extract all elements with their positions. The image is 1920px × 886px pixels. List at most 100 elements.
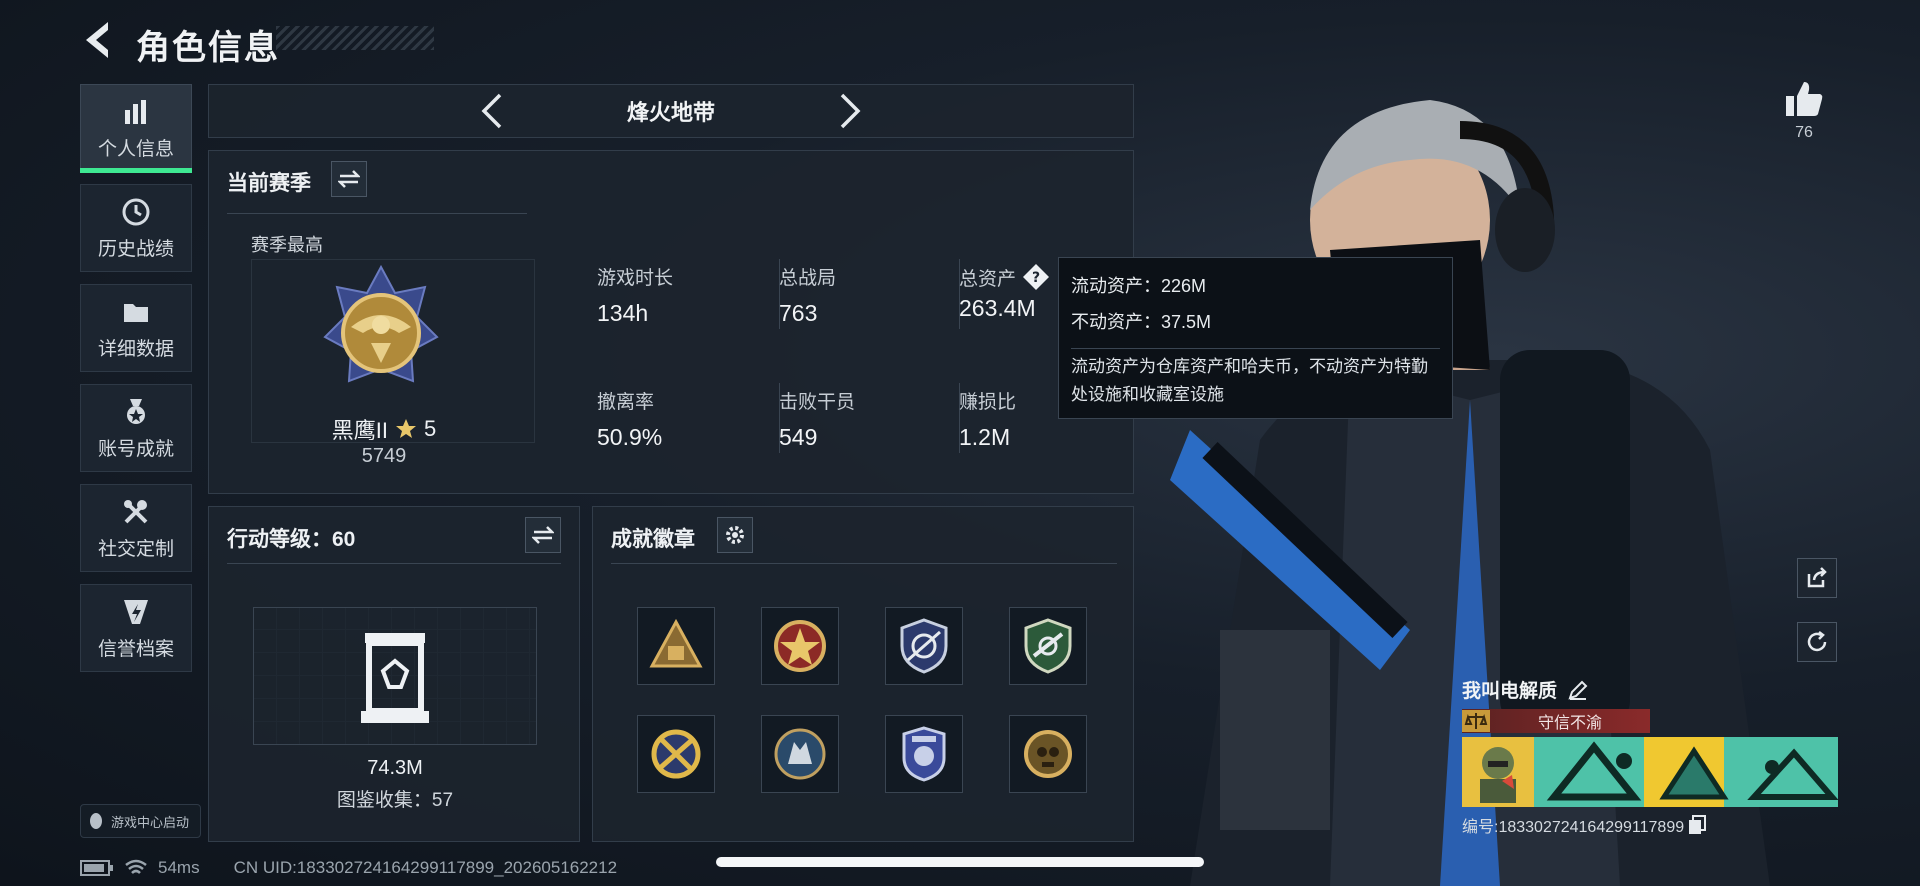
folder-icon	[124, 303, 148, 322]
nav-item-social-custom[interactable]: 社交定制	[80, 484, 192, 572]
medal-icon	[127, 398, 145, 424]
player-name: 我叫电解质	[1462, 681, 1558, 702]
gold-skull-badge-icon	[1024, 730, 1072, 778]
game-center-label: 游戏中心启动	[111, 814, 190, 830]
level-switch-button[interactable]	[525, 517, 561, 553]
thumbs-up-icon	[1786, 82, 1823, 116]
character-avatar-icon	[1480, 747, 1516, 803]
nav-item-detailed-data[interactable]: 详细数据	[80, 284, 192, 372]
badge-item[interactable]	[885, 715, 963, 793]
qq-penguin-icon	[90, 813, 102, 829]
nav-label: 账号成就	[97, 438, 174, 460]
badges-settings-button[interactable]	[717, 517, 753, 553]
stat-label: 总资产	[959, 268, 1017, 290]
refresh-button[interactable]	[1797, 622, 1837, 662]
nav-label: 个人信息	[97, 138, 174, 160]
header-stripes	[276, 26, 434, 50]
season-panel: 当前赛季 赛季最高 黑鹰II 5 5749 游戏时长 134h 总战局 763 总资…	[208, 150, 1134, 494]
share-button[interactable]	[1797, 558, 1837, 598]
gold-cross-badge-icon	[651, 729, 701, 779]
triangle-pyramid-badge-icon	[649, 618, 703, 668]
edit-pencil-icon[interactable]	[1567, 679, 1589, 701]
prev-mode-arrow-icon[interactable]	[478, 91, 506, 131]
swap-arrows-icon	[532, 526, 554, 544]
copy-icon[interactable]	[1688, 815, 1707, 835]
player-id: 编号:183302724164299117899	[1462, 819, 1685, 836]
game-center-button[interactable]: 游戏中心启动	[80, 804, 201, 838]
badge-item[interactable]	[761, 715, 839, 793]
tooltip-liquid-assets: 流动资产：226M	[1071, 276, 1207, 296]
stat-operators-defeated: 击败干员 549	[779, 387, 855, 451]
collection-value: 74.3M	[367, 757, 423, 779]
rank-name-row: 黑鹰II 5	[269, 413, 499, 445]
stat-label: 游戏时长	[597, 268, 674, 289]
like-count: 76	[1795, 124, 1813, 141]
nav-label: 社交定制	[97, 538, 174, 560]
nav-item-history[interactable]: 历史战绩	[80, 184, 192, 272]
stat-label: 总战局	[779, 268, 837, 289]
badge-item[interactable]	[885, 607, 963, 685]
stat-value: 549	[779, 424, 818, 450]
tooltip-fixed-assets: 不动资产：37.5M	[1071, 312, 1212, 332]
nav-item-credit-record[interactable]: 信誉档案	[80, 584, 192, 672]
player-id-row: 编号:183302724164299117899	[1462, 813, 1838, 837]
refresh-icon	[1807, 631, 1827, 652]
avatar[interactable]	[1462, 737, 1534, 807]
next-mode-arrow-icon[interactable]	[836, 91, 864, 131]
mode-tab-bar: 烽火地带	[208, 84, 1134, 138]
name-card-banner	[1462, 737, 1838, 807]
rank-name: 黑鹰II	[331, 418, 388, 443]
credit-tag: 守信不渝	[1462, 709, 1650, 733]
history-clock-icon	[122, 198, 150, 225]
stat-value: 1.2M	[959, 424, 1011, 450]
rank-stars: 5	[423, 416, 437, 441]
divider	[227, 563, 561, 564]
stat-value: 763	[779, 300, 818, 326]
green-shield-badge-icon	[1024, 618, 1072, 674]
home-indicator[interactable]	[716, 857, 1204, 867]
badges-title: 成就徽章	[611, 528, 695, 551]
season-best-label: 赛季最高	[251, 235, 323, 255]
stat-play-time: 游戏时长 134h	[597, 263, 673, 327]
blue-shield-badge-icon	[902, 726, 946, 782]
badge-item[interactable]	[637, 607, 715, 685]
collection-count: 图鉴收集：57	[336, 790, 454, 811]
season-header: 当前赛季	[227, 172, 311, 195]
divider	[611, 563, 1117, 564]
player-name-card: 我叫电解质 守信不渝 编号:183302724164299117899	[1462, 676, 1838, 837]
credit-tag-text: 守信不渝	[1537, 715, 1602, 732]
rank-emblem-icon	[323, 264, 439, 383]
badge-item[interactable]	[1009, 715, 1087, 793]
stat-extraction-rate: 撤离率 50.9%	[597, 387, 662, 451]
stat-profit-loss-ratio: 赚损比 1.2M	[959, 387, 1016, 451]
banner-art-icon	[1534, 737, 1838, 807]
nav-item-achievements[interactable]: 账号成就	[80, 384, 192, 472]
nav-item-personal-info[interactable]: 个人信息	[80, 84, 192, 173]
tools-icon	[124, 499, 148, 523]
badge-item[interactable]	[761, 607, 839, 685]
achievement-badges-panel: 成就徽章	[592, 506, 1134, 842]
stat-label: 赚损比	[959, 392, 1017, 413]
badge-item[interactable]	[637, 715, 715, 793]
action-level-panel: 行动等级：60 74.3M 图鉴收集：57	[208, 506, 580, 842]
nav-label: 历史战绩	[97, 238, 174, 260]
help-question-icon[interactable]: ?	[1022, 263, 1050, 291]
stat-label: 击败干员	[779, 392, 856, 413]
divider	[227, 213, 527, 214]
like-widget[interactable]: 76	[1780, 80, 1828, 142]
badge-item[interactable]	[1009, 607, 1087, 685]
star-icon	[395, 419, 416, 438]
assets-tooltip: 流动资产：226M 不动资产：37.5M 流动资产为仓库资产和哈夫币，不动资产为…	[1058, 257, 1453, 419]
wifi-icon	[125, 859, 147, 874]
share-icon	[1807, 567, 1827, 588]
battery-icon	[80, 860, 113, 876]
status-bar: 54ms CN UID:183302724164299117899_202605…	[80, 858, 617, 878]
bar-chart-icon	[125, 99, 146, 124]
back-arrow-icon[interactable]	[78, 18, 118, 62]
season-switch-button[interactable]	[331, 161, 367, 197]
stat-value: 50.9%	[597, 424, 663, 450]
swap-arrows-icon	[338, 170, 360, 188]
red-star-badge-icon	[774, 620, 826, 672]
uid-text: CN UID:183302724164299117899_20260516221…	[233, 858, 618, 877]
action-level-title: 行动等级：60	[227, 528, 356, 551]
